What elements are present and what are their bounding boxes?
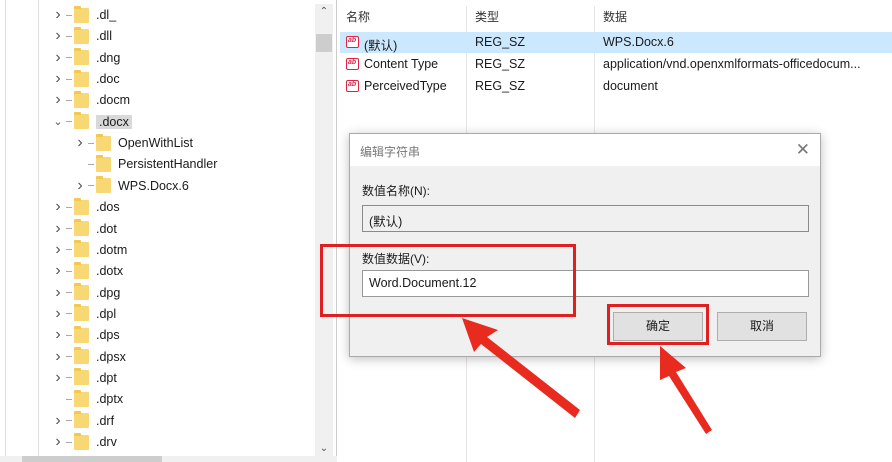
- annotation-arrows: [462, 318, 712, 434]
- arrow-icon: [660, 346, 712, 434]
- arrow-icon: [462, 318, 580, 418]
